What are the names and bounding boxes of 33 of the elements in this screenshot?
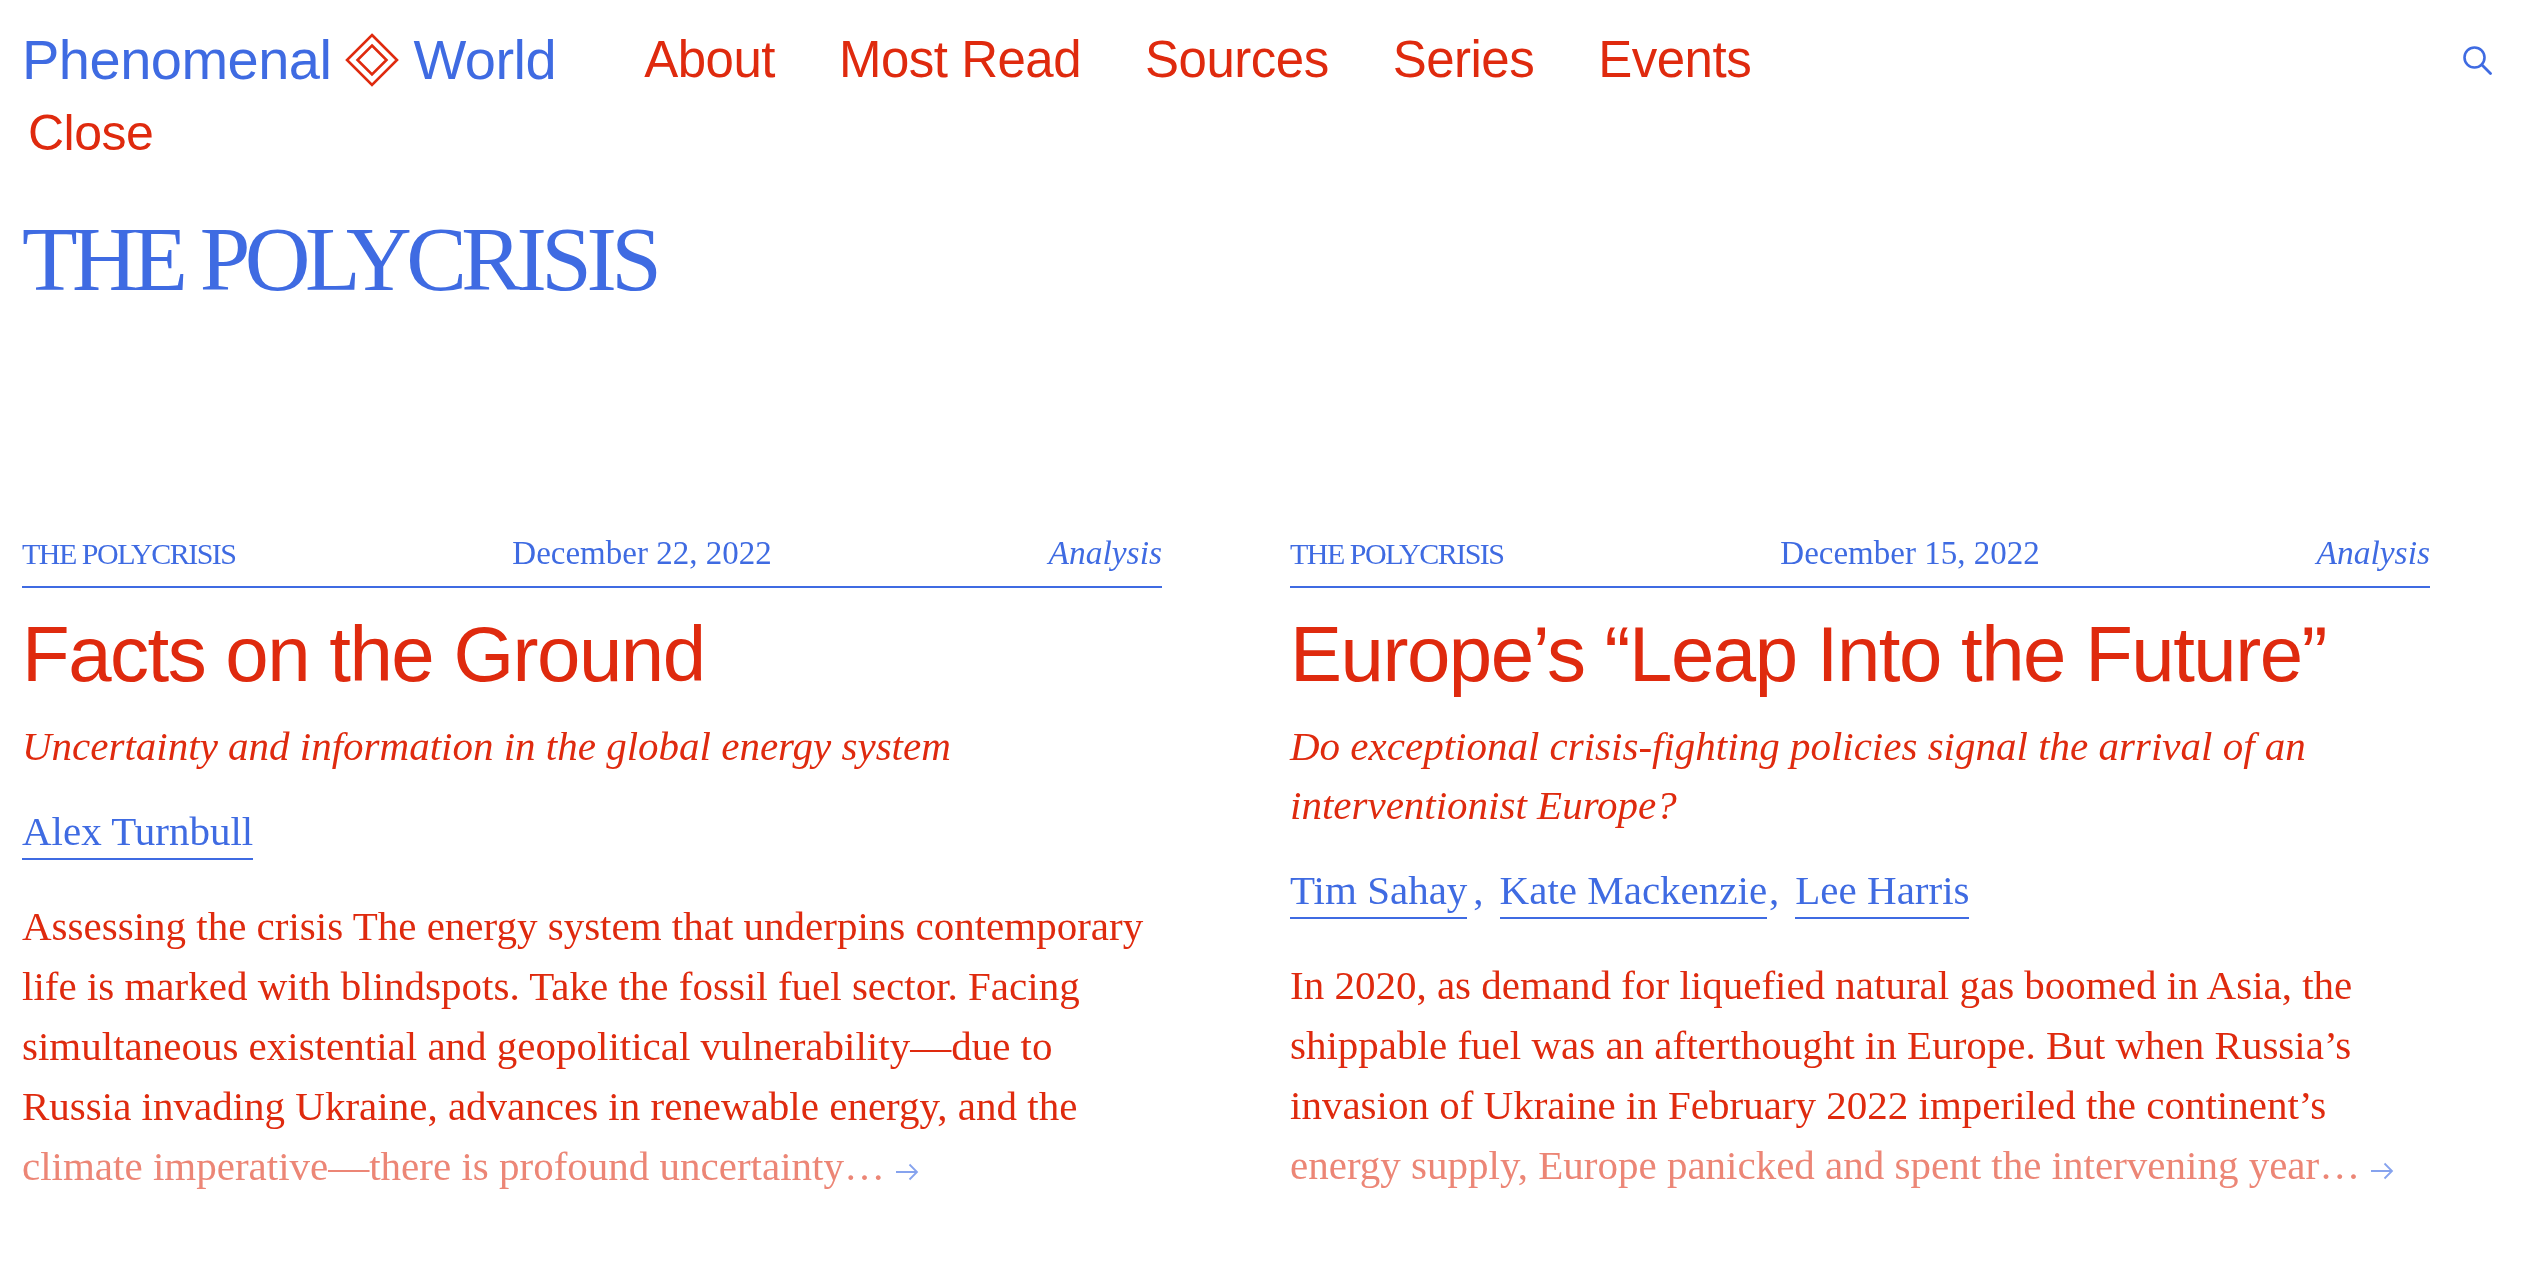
close-link[interactable]: Close <box>28 103 154 163</box>
article-excerpt: In 2020, as demand for liquefied natural gas boomed in Asia, the shippable fuel was an afterthought in Europe. But when Russia’s invasion of Ukraine in February 2022 imperiled the continent’s <box>1290 961 2354 1130</box>
author-link[interactable]: Alex Turnbull <box>22 806 254 860</box>
article-date: December 15, 2022 <box>1780 535 2040 571</box>
nav-link[interactable]: Series <box>1392 30 1535 90</box>
faded-excerpt-text: climate imperative—there is profound uncertainty… <box>22 1143 885 1189</box>
logo-text[interactable]: Phenomenal <box>22 30 332 90</box>
author-separator: , <box>1473 866 1484 915</box>
article-subtitle: Uncertainty and information in the global energy system <box>22 722 952 771</box>
article-title[interactable]: Facts on the Ground <box>22 610 705 699</box>
diamond-logo-icon[interactable] <box>345 33 400 87</box>
article-date: December 22, 2022 <box>512 535 772 571</box>
author-link[interactable]: Kate Mackenzie <box>1499 865 1768 919</box>
faded-excerpt-text: energy supply, Europe panicked and spent the intervening year… <box>1290 1142 2361 1188</box>
author-link[interactable]: Tim Sahay <box>1290 865 1468 919</box>
author-link[interactable]: Lee Harris <box>1795 865 1970 919</box>
author-separator: , <box>1769 866 1780 915</box>
article-excerpt: Assessing the crisis The energy system that underpins contemporary life is marked with blindspots. Take the fossil fuel sector. Facing simultaneous existential and geopolitical vulnerability—due to Russia invading Ukraine, advances in renewable energy, and the <box>22 902 1145 1131</box>
article-title[interactable]: Europe’s “Leap Into the Future” <box>1290 610 2327 699</box>
arrow-right-icon[interactable] <box>895 1163 919 1181</box>
category-link[interactable]: Analysis <box>2316 535 2430 571</box>
logo-text[interactable]: World <box>413 30 557 90</box>
nav-link[interactable]: Sources <box>1145 30 1329 90</box>
nav-link[interactable]: Most Read <box>838 30 1082 90</box>
category-link[interactable]: Analysis <box>1048 535 1162 571</box>
arrow-right-icon[interactable] <box>2370 1162 2395 1180</box>
article-subtitle: Do exceptional crisis-fighting policies signal the arrival of an interventionist Europe? <box>1290 722 2307 830</box>
nav-link[interactable]: About <box>644 30 775 90</box>
nav-link[interactable]: Events <box>1598 30 1752 90</box>
series-title: THE POLYCRISIS <box>22 210 657 309</box>
section-link[interactable]: THE POLYCRISIS <box>1290 536 1504 572</box>
section-link[interactable]: THE POLYCRISIS <box>22 536 236 572</box>
search-icon[interactable] <box>2462 45 2492 75</box>
